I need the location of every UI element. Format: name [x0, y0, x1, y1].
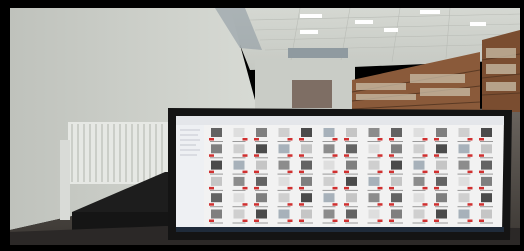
taskbar: [176, 227, 504, 232]
library-photo: [0, 0, 524, 251]
back-doorway: [292, 80, 332, 108]
explorer-nav-pane: [176, 125, 204, 232]
back-window: [288, 48, 348, 58]
monitor: [168, 108, 512, 240]
monitor-screen: [176, 116, 504, 232]
photo-frame: [0, 0, 524, 251]
explorer-toolbar: [176, 116, 504, 125]
